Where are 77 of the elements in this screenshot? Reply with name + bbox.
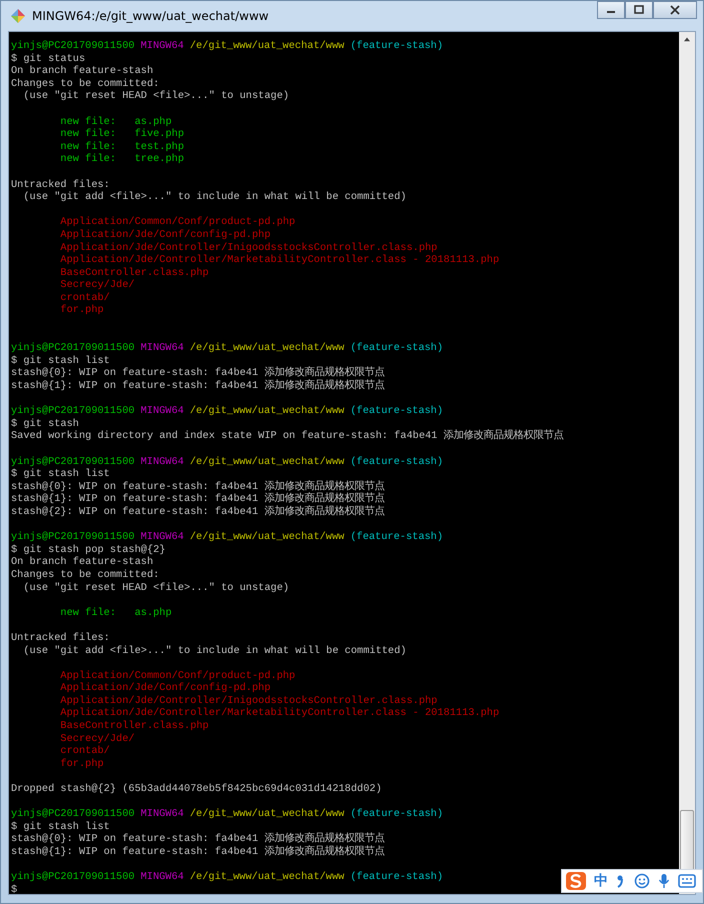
terminal-line: for.php	[59, 304, 104, 318]
terminal-line: Untracked files:	[11, 178, 110, 192]
terminal-line: $ git stash	[11, 418, 79, 430]
prompt-path: /e/git_www/uat_wechat/www	[190, 40, 344, 53]
prompt-branch: (feature-stash)	[350, 40, 444, 53]
terminal-line: Application/Jde/Controller/MarketabilityController.class - 20181113.php	[59, 254, 500, 267]
terminal-line: stash@{0}: WIP on feature-stash: fa4be41 添加修改商品规格权限节点	[11, 833, 384, 846]
terminal-line: Application/Jde/Controller/InigoodsstocksController.class.php	[59, 694, 438, 708]
prompt-path: /e/git_www/uat_wechat/www	[190, 456, 344, 468]
terminal-line: Changes to be committed:	[11, 78, 160, 90]
terminal-line: $ git status	[11, 52, 86, 66]
terminal-line: Application/Jde/Conf/config-pd.php	[59, 228, 271, 242]
prompt-path: /e/git_www/uat_wechat/www	[190, 808, 344, 821]
terminal-line: new file: five.php	[59, 128, 184, 141]
prompt-branch: (feature-stash)	[350, 871, 444, 884]
prompt-branch: (feature-stash)	[350, 456, 444, 468]
terminal-line: Saved working directory and index state WIP on feature-stash: fa4be41 添加修改商品规格权限节点	[11, 430, 564, 443]
terminal-line: (use "git add <file>..." to include in what will be committed)	[22, 644, 406, 658]
prompt-path: /e/git_www/uat_wechat/www	[190, 871, 344, 884]
prompt-user: yinjs@PC201709011500	[11, 40, 135, 53]
terminal-line: BaseController.class.php	[59, 266, 209, 280]
terminal-line: Application/Jde/Controller/InigoodsstocksController.class.php	[59, 242, 438, 254]
terminal-line: stash@{1}: WIP on feature-stash: fa4be41 添加修改商品规格权限节点	[11, 380, 384, 393]
terminal-line: new file: as.php	[59, 116, 172, 128]
terminal-line: stash@{0}: WIP on feature-stash: fa4be41 添加修改商品规格权限节点	[11, 480, 384, 493]
terminal-line: Changes to be committed:	[11, 568, 160, 582]
terminal-line: (use "git reset HEAD <file>..." to unstage)	[22, 90, 290, 103]
terminal-line: $ git stash list	[11, 354, 110, 368]
terminal-line: BaseController.class.php	[59, 720, 209, 733]
prompt-path: /e/git_www/uat_wechat/www	[190, 531, 344, 544]
terminal-line: new file: tree.php	[59, 153, 184, 166]
terminal-line: for.php	[59, 758, 104, 770]
prompt-shell: MINGW64	[140, 342, 184, 355]
terminal-line: Untracked files:	[11, 632, 110, 644]
prompt-user: yinjs@PC201709011500	[11, 808, 135, 821]
prompt-shell: MINGW64	[140, 531, 184, 544]
terminal-line: Dropped stash@{2} (65b3add44078eb5f8425bc69d4c031d14218dd02)	[11, 783, 382, 796]
prompt-user: yinjs@PC201709011500	[11, 871, 135, 884]
prompt-shell: MINGW64	[140, 871, 184, 884]
terminal-line: stash@{2}: WIP on feature-stash: fa4be41 添加修改商品规格权限节点	[11, 506, 384, 519]
prompt-shell: MINGW64	[140, 405, 184, 418]
prompt-path: /e/git_www/uat_wechat/www	[190, 405, 344, 418]
terminal-line: new file: as.php	[59, 606, 172, 620]
terminal-line: On branch feature-stash	[11, 556, 154, 569]
terminal-line: crontab/	[59, 745, 110, 758]
terminal-line: Application/Common/Conf/product-pd.php	[59, 216, 296, 229]
terminal-line: new file: test.php	[59, 140, 184, 154]
prompt-branch: (feature-stash)	[350, 342, 444, 355]
prompt-shell: MINGW64	[140, 808, 184, 821]
prompt-branch: (feature-stash)	[350, 808, 444, 821]
prompt-shell: MINGW64	[140, 456, 184, 468]
terminal-line: Application/Jde/Controller/MarketabilityController.class - 20181113.php	[59, 707, 500, 720]
terminal-line: $	[11, 884, 18, 894]
prompt-branch: (feature-stash)	[350, 405, 444, 418]
terminal-line: stash@{1}: WIP on feature-stash: fa4be41 添加修改商品规格权限节点	[11, 846, 384, 859]
terminal-line: (use "git add <file>..." to include in what will be committed)	[22, 191, 406, 204]
prompt-user: yinjs@PC201709011500	[11, 456, 135, 468]
terminal-line: $ git stash pop stash@{2}	[11, 544, 166, 556]
prompt-user: yinjs@PC201709011500	[11, 342, 135, 355]
terminal-line: $ git stash list	[11, 468, 110, 481]
terminal-line: Application/Jde/Conf/config-pd.php	[59, 682, 271, 695]
terminal-line: On branch feature-stash	[11, 65, 154, 78]
terminal-line: Secrecy/Jde/	[59, 279, 135, 292]
prompt-branch: (feature-stash)	[350, 531, 444, 544]
terminal-line: (use "git reset HEAD <file>..." to unstage)	[22, 582, 290, 594]
input-mode-toggle[interactable]: 中	[594, 872, 608, 890]
prompt-shell: MINGW64	[140, 40, 184, 53]
terminal-line: Secrecy/Jde/	[59, 732, 135, 746]
terminal-line: stash@{1}: WIP on feature-stash: fa4be41 添加修改商品规格权限节点	[11, 493, 384, 506]
prompt-user: yinjs@PC201709011500	[11, 531, 135, 544]
prompt-user: yinjs@PC201709011500	[11, 405, 135, 418]
terminal-line: crontab/	[59, 292, 110, 304]
terminal-line: $ git stash list	[11, 820, 110, 834]
window-title: MINGW64:/e/git_www/uat_wechat/www	[32, 9, 269, 23]
terminal-line: Application/Common/Conf/product-pd.php	[59, 670, 296, 682]
prompt-path: /e/git_www/uat_wechat/www	[190, 342, 344, 355]
terminal-line: stash@{0}: WIP on feature-stash: fa4be41 添加修改商品规格权限节点	[11, 367, 384, 380]
